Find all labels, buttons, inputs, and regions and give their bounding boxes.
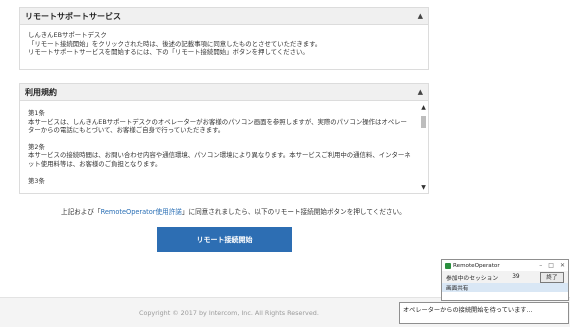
session-row: 参加中のセッション 39 終了 (442, 271, 568, 283)
remote-support-body: しんきんEBサポートデスク 「リモート接続開始」をクリックされた時は、後述の記載… (20, 25, 428, 63)
terms-article-heading: 第3条 (28, 176, 45, 185)
session-label: 参加中のセッション (446, 275, 499, 282)
agreement-prefix: 上記および「 (61, 208, 101, 216)
scrollbar-thumb[interactable] (421, 116, 426, 128)
remote-support-panel-header[interactable]: リモートサポートサービス ▲ (20, 8, 428, 25)
copyright-text: Copyright © 2017 by Intercom, Inc. All R… (139, 309, 319, 317)
remote-operator-app-icon (445, 262, 451, 269)
remote-operator-status: オペレーターからの接続開始を待っています... (399, 302, 569, 324)
terms-scroll-area[interactable]: 第1条 本サービスは、しんきんEBサポートデスクのオペレーターがお客様のパソコン… (20, 102, 419, 193)
remote-support-title: リモートサポートサービス (25, 11, 121, 21)
tab-screen-share[interactable]: 画面共有 (442, 283, 568, 292)
session-count: 39 (512, 274, 520, 280)
terms-article-heading: 第1条 (28, 109, 45, 117)
minimize-icon[interactable]: – (539, 262, 542, 269)
terms-article: 第1条 本サービスは、しんきんEBサポートデスクのオペレーターがお客様のパソコン… (28, 109, 411, 135)
remote-support-line: 「リモート接続開始」をクリックされた時は、後述の記載事項に同意したものとさせてい… (28, 39, 322, 48)
scroll-up-icon[interactable]: ▲ (420, 104, 427, 111)
close-icon[interactable]: ✕ (560, 262, 565, 269)
start-remote-connection-button[interactable]: リモート接続開始 (157, 227, 292, 252)
remote-operator-title: RemoteOperator (453, 262, 500, 269)
terms-panel: 利用規約 ▲ 第1条 本サービスは、しんきんEBサポートデスクのオペレーターがお… (19, 83, 429, 194)
remote-support-line: しんきんEBサポートデスク (28, 31, 107, 39)
terms-scrollbar[interactable]: ▲ ▼ (420, 104, 427, 191)
remote-support-line: リモートサポートサービスを開始するには、下の「リモート接続開始」ボタンを押してく… (28, 48, 309, 57)
terms-article: 第2条 本サービスの接続時間は、お問い合わせ内容や通信環境、パソコン環境により異… (28, 143, 411, 169)
terms-article-text: 本サービスは、しんきんEBサポートデスクのオペレーターがお客様のパソコン画面を参… (28, 117, 407, 135)
remote-operator-titlebar[interactable]: RemoteOperator – □ ✕ (442, 260, 568, 271)
terms-title: 利用規約 (25, 87, 57, 97)
terms-article: 第3条 (28, 177, 411, 186)
end-button[interactable]: 終了 (540, 271, 564, 283)
terms-panel-header[interactable]: 利用規約 ▲ (20, 84, 428, 101)
maximize-icon[interactable]: □ (548, 262, 554, 269)
scroll-down-icon[interactable]: ▼ (420, 184, 427, 191)
license-link[interactable]: RemoteOperator使用許諾 (101, 208, 182, 216)
remote-operator-title-wrap: RemoteOperator (445, 262, 500, 269)
chevron-up-icon[interactable]: ▲ (418, 12, 423, 20)
remote-support-panel: リモートサポートサービス ▲ しんきんEBサポートデスク 「リモート接続開始」を… (19, 7, 429, 70)
agreement-suffix: 」に同意されましたら、以下のリモート接続開始ボタンを押してください。 (181, 208, 406, 216)
terms-article-text: 本サービスの接続時間は、お問い合わせ内容や通信環境、パソコン環境により異なります… (28, 151, 411, 168)
agreement-text: 上記および「RemoteOperator使用許諾」に同意されましたら、以下のリモ… (61, 206, 406, 216)
window-controls: – □ ✕ (539, 262, 565, 269)
chevron-up-icon[interactable]: ▲ (418, 88, 423, 96)
remote-operator-window: RemoteOperator – □ ✕ 参加中のセッション 39 終了 画面共… (441, 259, 569, 301)
terms-article-heading: 第2条 (28, 142, 45, 151)
